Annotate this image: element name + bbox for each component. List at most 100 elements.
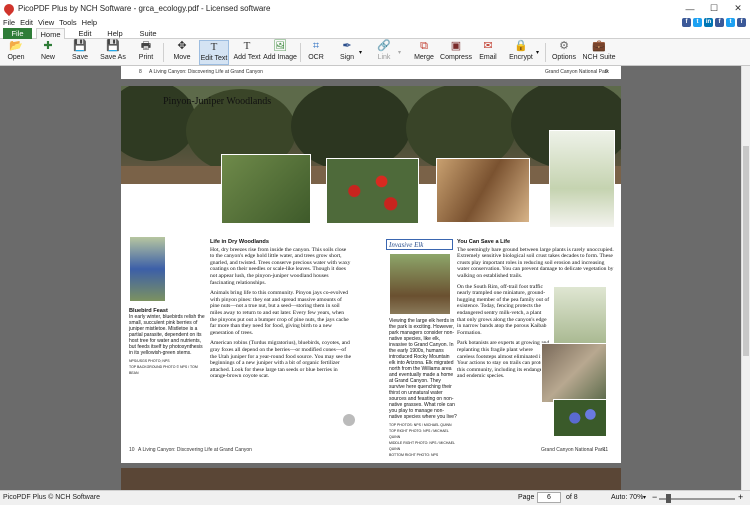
toolbar: 📂 Open ✚ New 💾 Save 💾 Save As 🖶 Print ✥ … <box>0 39 750 66</box>
menu-help[interactable]: Help <box>82 18 97 27</box>
sign-button[interactable]: ✒ Sign <box>337 40 357 65</box>
save-as-button[interactable]: 💾 Save As <box>98 40 128 65</box>
add-image-button[interactable]: 🖼 Add Image <box>263 40 297 65</box>
menu-edit[interactable]: Edit <box>20 18 33 27</box>
close-button[interactable]: ✕ <box>726 0 750 17</box>
toolbar-divider <box>163 43 164 62</box>
link-label: Link <box>377 54 391 61</box>
twitter-icon[interactable]: t <box>693 18 702 27</box>
new-document-icon: ✚ <box>43 40 53 52</box>
tab-suite[interactable]: Suite <box>136 28 160 39</box>
dry-woodlands-paragraph-2: Animals bring life to this community. Pi… <box>210 290 349 336</box>
section-title: Pinyon-Juniper Woodlands <box>163 96 272 107</box>
gear-icon: ⚙ <box>559 40 569 52</box>
add-text-icon: T <box>243 40 251 52</box>
link-dropdown-icon[interactable]: ▾ <box>398 49 401 56</box>
print-label: Print <box>138 54 154 61</box>
move-cursor-icon: ✥ <box>177 40 187 52</box>
dry-woodlands-heading: Life in Dry Woodlands <box>210 239 269 245</box>
tab-edit[interactable]: Edit <box>74 28 96 39</box>
bluebird-photo <box>129 236 166 302</box>
ribbon-tabs: File Home Edit Help Suite <box>0 28 750 39</box>
page-number-input[interactable]: 6 <box>537 492 561 503</box>
document-view[interactable]: 8 A Living Canyon: Discovering Life at G… <box>0 66 741 490</box>
sign-dropdown-icon[interactable]: ▾ <box>359 49 362 56</box>
encrypt-button[interactable]: 🔒 Encrypt <box>508 40 534 65</box>
pdf-page-spread[interactable]: Pinyon-Juniper Woodlands Bluebird Feast … <box>106 79 631 463</box>
move-label: Move <box>173 54 191 61</box>
zoom-dropdown-icon[interactable]: ▾ <box>643 494 646 501</box>
link-button[interactable]: 🔗 Link <box>372 40 396 65</box>
footer-left-text: A Living Canyon: Discovering Life at Gra… <box>138 447 252 453</box>
merge-label: Merge <box>414 54 434 61</box>
menu-file[interactable]: File <box>3 18 15 27</box>
save-a-life-paragraph-1: The seemingly bare ground between large … <box>457 246 614 279</box>
facebook-icon[interactable]: f <box>682 18 691 27</box>
save-as-icon: 💾 <box>106 40 120 52</box>
zoom-in-button[interactable]: + <box>738 492 743 502</box>
edit-text-icon: T <box>210 41 218 53</box>
tab-file[interactable]: File <box>3 28 32 39</box>
dry-woodlands-paragraph-1: Hot, dry breezes rise from inside the ca… <box>210 246 351 286</box>
open-button[interactable]: 📂 Open <box>4 40 28 65</box>
coyote-scat-icon <box>343 414 355 426</box>
save-a-life-paragraph-3: Park botanists are experts at growing an… <box>457 340 550 380</box>
menu-view[interactable]: View <box>38 18 54 27</box>
save-a-life-paragraph-2: On the South Rim, off-trail foot traffic… <box>457 283 550 336</box>
add-text-label: Add Text <box>233 54 261 61</box>
menu-bar: File Edit View Tools Help <box>0 17 750 28</box>
blue-flowers-photo <box>553 399 607 437</box>
zoom-select[interactable]: Auto: 70% <box>611 494 643 501</box>
footer-right-number: 11 <box>603 447 609 453</box>
column-dry-woodlands: Life in Dry Woodlands Hot, dry breezes r… <box>210 239 352 384</box>
invasive-elk-textbox[interactable]: Invasive Elk <box>386 239 453 250</box>
twitter-follow-icon[interactable]: t <box>726 18 735 27</box>
new-label: New <box>40 54 55 61</box>
options-button[interactable]: ⚙ Options <box>550 40 578 65</box>
zoom-out-button[interactable]: − <box>652 492 657 502</box>
pen-icon: ✒ <box>342 40 352 52</box>
minimize-button[interactable]: — <box>678 0 702 17</box>
linkedin-icon[interactable]: in <box>704 18 713 27</box>
email-label: Email <box>479 54 497 61</box>
save-label: Save <box>72 54 88 61</box>
tab-home[interactable]: Home <box>36 28 65 39</box>
edit-text-label: Edit Text <box>200 55 228 62</box>
cactus-flower-photo <box>326 158 419 224</box>
elk-photo <box>389 253 451 315</box>
move-button[interactable]: ✥ Move <box>170 40 194 65</box>
nch-suite-button[interactable]: 💼 NCH Suite <box>582 40 615 65</box>
options-label: Options <box>551 54 577 61</box>
prev-page-right-header: Grand Canyon National Park <box>545 69 609 75</box>
milk-vetch-photo <box>553 286 607 346</box>
elk-credits: TOP PHOTOS: NPS / MICHAEL QUINN TOP RIGH… <box>389 423 455 457</box>
zoom-slider-handle[interactable] <box>666 494 671 503</box>
encrypt-dropdown-icon[interactable]: ▾ <box>536 49 539 56</box>
jay-photo <box>221 154 311 224</box>
previous-page-footer: 8 A Living Canyon: Discovering Life at G… <box>121 66 621 79</box>
toolbar-divider <box>300 43 301 62</box>
tab-help[interactable]: Help <box>104 28 126 39</box>
bluebird-credits: NPS/USGS PHOTO; NPS TOP BACKGROUND PHOTO… <box>129 359 198 375</box>
prev-page-left-number: 8 <box>139 69 142 75</box>
menu-tools[interactable]: Tools <box>59 18 77 27</box>
scrollbar-thumb[interactable] <box>743 146 749 356</box>
open-label: Open <box>7 54 25 61</box>
edit-text-button[interactable]: T Edit Text <box>199 40 229 65</box>
new-button[interactable]: ✚ New <box>36 40 60 65</box>
sign-label: Sign <box>339 54 354 61</box>
save-button[interactable]: 💾 Save <box>68 40 92 65</box>
merge-icon: ⧉ <box>420 40 428 52</box>
add-text-button[interactable]: T Add Text <box>232 40 262 65</box>
social-links: f t in f t f <box>682 18 746 27</box>
ocr-button[interactable]: ⌗ OCR <box>305 40 327 65</box>
vertical-scrollbar[interactable] <box>741 66 750 490</box>
compress-button[interactable]: ▣ Compress <box>440 40 472 65</box>
facebook-share-icon[interactable]: f <box>737 18 746 27</box>
print-button[interactable]: 🖶 Print <box>134 40 158 65</box>
merge-button[interactable]: ⧉ Merge <box>412 40 436 65</box>
page-label: Page <box>518 494 535 501</box>
facebook-like-icon[interactable]: f <box>715 18 724 27</box>
maximize-button[interactable]: ☐ <box>702 0 726 17</box>
email-button[interactable]: ✉ Email <box>476 40 500 65</box>
